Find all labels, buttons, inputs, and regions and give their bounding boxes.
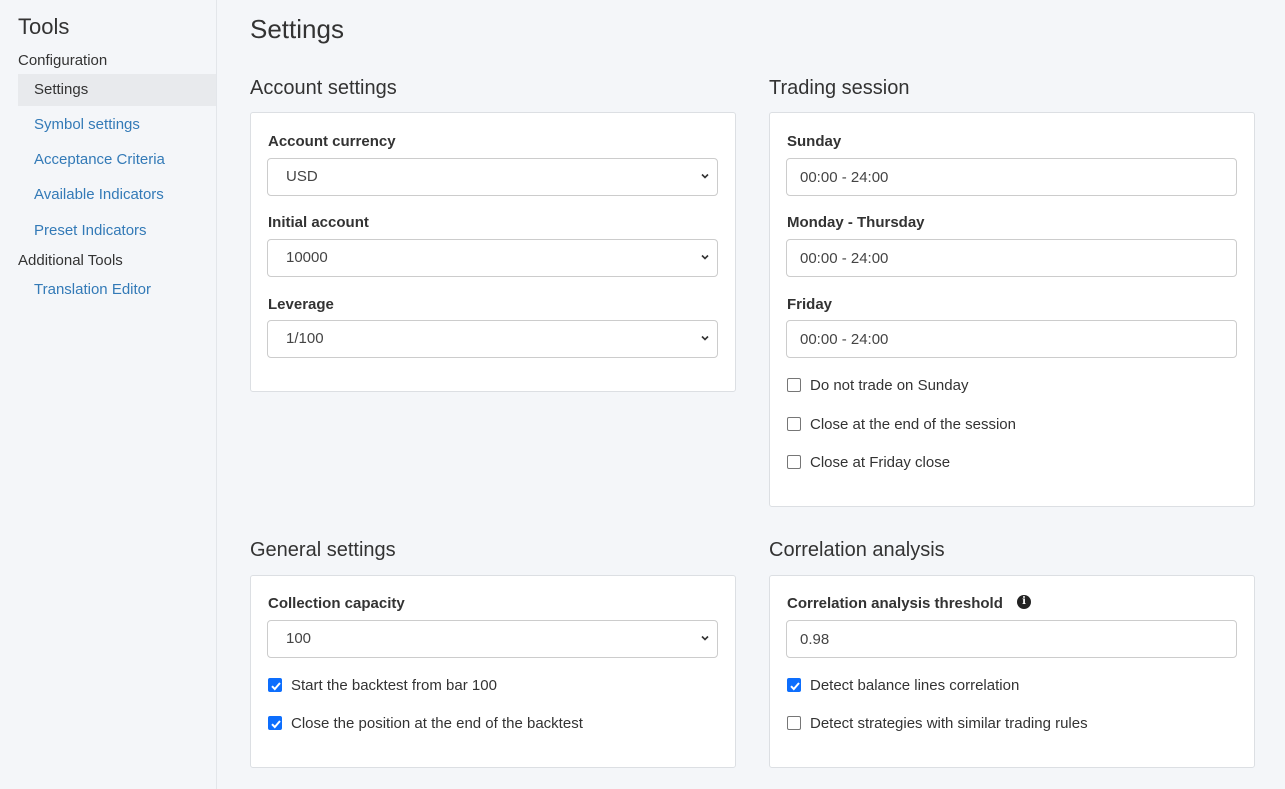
correlation-threshold-label: Correlation analysis threshold [787, 595, 1003, 612]
close-session-option[interactable]: Close at the end of the session [787, 414, 1016, 434]
close-friday-checkbox[interactable] [787, 455, 801, 469]
sidebar-item-translation-editor[interactable]: Translation Editor [18, 274, 216, 306]
account-currency-value: USD [286, 168, 318, 185]
trading-session-card: Sunday Monday - Thursday Friday Do not t… [769, 112, 1255, 507]
check-icon [790, 682, 800, 691]
close-session-checkbox[interactable] [787, 417, 801, 431]
info-icon[interactable]: i [1017, 595, 1031, 609]
no-sunday-checkbox[interactable] [787, 378, 801, 392]
sidebar-group-additional-tools: Additional Tools [18, 252, 123, 269]
correlation-analysis-card: Correlation analysis threshold i Detect … [769, 575, 1255, 768]
balance-correlation-label: Detect balance lines correlation [810, 676, 1020, 694]
balance-correlation-checkbox[interactable] [787, 678, 801, 692]
start-bar-option[interactable]: Start the backtest from bar 100 [268, 675, 497, 695]
check-icon [271, 682, 281, 691]
page-title: Settings [250, 14, 344, 44]
similar-rules-label: Detect strategies with similar trading r… [810, 714, 1088, 732]
sidebar-item-acceptance-criteria[interactable]: Acceptance Criteria [18, 144, 216, 176]
initial-account-select[interactable]: 10000 [267, 239, 718, 277]
sidebar-group-configuration: Configuration [18, 52, 108, 69]
check-icon [271, 720, 281, 729]
monday-thursday-label: Monday - Thursday [787, 214, 925, 231]
close-friday-option[interactable]: Close at Friday close [787, 452, 950, 472]
chevron-down-icon [701, 173, 709, 179]
sidebar-item-symbol-settings[interactable]: Symbol settings [18, 109, 216, 141]
no-sunday-label: Do not trade on Sunday [810, 376, 969, 394]
account-currency-label: Account currency [268, 133, 396, 150]
collection-capacity-label: Collection capacity [268, 595, 405, 612]
close-position-checkbox[interactable] [268, 716, 282, 730]
close-position-label: Close the position at the end of the bac… [291, 714, 583, 732]
correlation-threshold-input[interactable] [786, 620, 1237, 658]
initial-account-label: Initial account [268, 214, 369, 231]
similar-rules-option[interactable]: Detect strategies with similar trading r… [787, 713, 1088, 733]
leverage-value: 1/100 [286, 330, 324, 347]
sidebar-title: Tools [18, 14, 70, 39]
account-settings-card: Account currency USD Initial account 100… [250, 112, 736, 392]
start-bar-checkbox[interactable] [268, 678, 282, 692]
general-settings-title: General settings [250, 539, 396, 561]
sidebar: Tools Configuration Settings Symbol sett… [0, 0, 217, 789]
chevron-down-icon [701, 335, 709, 341]
close-position-option[interactable]: Close the position at the end of the bac… [268, 713, 583, 733]
start-bar-label: Start the backtest from bar 100 [291, 676, 497, 694]
balance-correlation-option[interactable]: Detect balance lines correlation [787, 675, 1019, 695]
no-sunday-option[interactable]: Do not trade on Sunday [787, 375, 968, 395]
friday-hours-input[interactable] [786, 320, 1237, 358]
account-currency-select[interactable]: USD [267, 158, 718, 196]
friday-label: Friday [787, 296, 833, 313]
close-session-label: Close at the end of the session [810, 415, 1016, 433]
close-friday-label: Close at Friday close [810, 453, 951, 471]
chevron-down-icon [701, 254, 709, 260]
account-settings-title: Account settings [250, 77, 397, 99]
leverage-select[interactable]: 1/100 [267, 320, 718, 358]
monday-thursday-hours-input[interactable] [786, 239, 1237, 277]
collection-capacity-select[interactable]: 100 [267, 620, 718, 658]
chevron-down-icon [701, 635, 709, 641]
sidebar-item-settings[interactable]: Settings [18, 74, 216, 106]
sidebar-item-preset-indicators[interactable]: Preset Indicators [18, 215, 216, 247]
correlation-analysis-title: Correlation analysis [769, 539, 945, 561]
leverage-label: Leverage [268, 296, 334, 313]
initial-account-value: 10000 [286, 249, 328, 266]
sunday-label: Sunday [787, 133, 842, 150]
similar-rules-checkbox[interactable] [787, 716, 801, 730]
sunday-hours-input[interactable] [786, 158, 1237, 196]
collection-capacity-value: 100 [286, 630, 312, 647]
sidebar-item-available-indicators[interactable]: Available Indicators [18, 179, 216, 211]
general-settings-card: Collection capacity 100 Start the backte… [250, 575, 736, 768]
trading-session-title: Trading session [769, 77, 910, 99]
